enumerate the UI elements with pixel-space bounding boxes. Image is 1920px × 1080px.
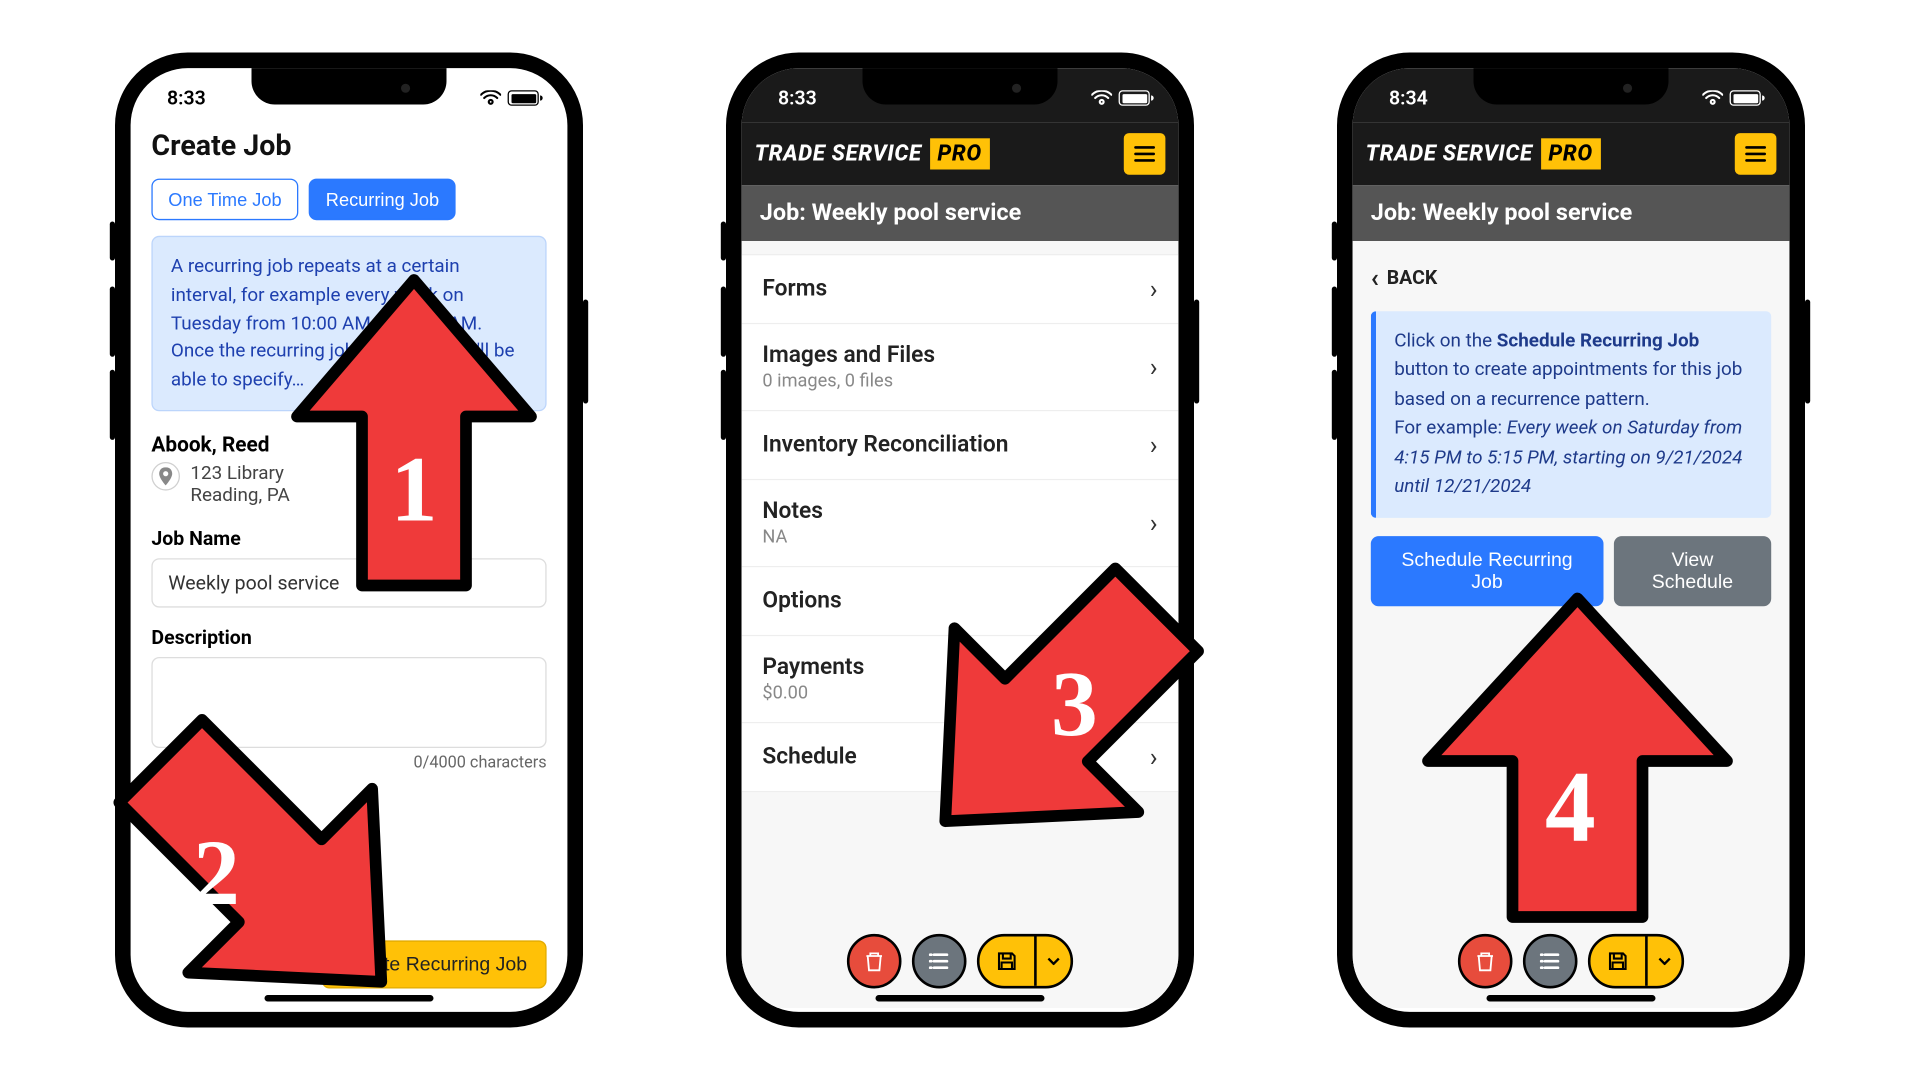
menu-button[interactable] [1735,133,1777,175]
battery-icon [1119,90,1150,106]
list-label: Inventory Reconciliation [762,432,1008,458]
list-item-forms[interactable]: Forms › [742,254,1179,324]
status-time: 8:33 [778,86,817,109]
wifi-icon [480,90,501,106]
list-sublabel: NA [762,527,823,548]
list-item-inventory[interactable]: Inventory Reconciliation › [742,411,1179,480]
battery-icon [508,90,539,106]
caret-down-icon [1047,957,1060,965]
schedule-info-box: Click on the Schedule Recurring Job butt… [1371,311,1771,517]
page-title: Create Job [151,131,546,164]
tab-recurring-job[interactable]: Recurring Job [309,179,456,221]
chevron-left-icon: ‹ [1371,262,1379,293]
delete-button[interactable] [1458,934,1513,989]
wifi-icon [1091,90,1112,106]
brand-pro-badge: PRO [1541,138,1601,169]
save-icon [1607,951,1628,972]
chevron-right-icon: › [1150,352,1158,383]
list-label: Schedule [762,744,856,770]
status-time: 8:34 [1389,86,1428,109]
save-button[interactable] [1591,937,1646,986]
save-dropdown-button[interactable] [1034,937,1070,986]
back-label: BACK [1387,266,1438,289]
phone-3: 8:34 TRADE SERVICE PRO Job: Weekly pool … [1337,53,1805,1028]
list-icon [929,952,950,970]
list-label: Forms [762,276,827,302]
wifi-icon [1702,90,1723,106]
tab-one-time-job[interactable]: One Time Job [151,179,298,221]
brand-pro-badge: PRO [930,138,990,169]
bottom-toolbar [847,934,1073,989]
list-label: Images and Files [762,342,935,368]
delete-button[interactable] [847,934,902,989]
save-split-button[interactable] [977,934,1073,989]
save-icon [996,951,1017,972]
hamburger-icon [1745,146,1766,162]
battery-icon [1730,90,1761,106]
save-dropdown-button[interactable] [1645,937,1681,986]
menu-button[interactable] [1124,133,1166,175]
job-title-header: Job: Weekly pool service [742,185,1179,241]
list-button[interactable] [912,934,967,989]
job-title-header: Job: Weekly pool service [1353,185,1790,241]
chevron-right-icon: › [1150,430,1158,461]
chevron-right-icon: › [1150,508,1158,539]
app-header: TRADE SERVICE PRO [742,123,1179,185]
address-line2: Reading, PA [190,484,289,506]
annotation-arrow-4: 4 [1415,592,1740,930]
list-button[interactable] [1523,934,1578,989]
description-label: Description [151,625,546,648]
save-split-button[interactable] [1588,934,1684,989]
home-indicator [1487,995,1656,1002]
app-header: TRADE SERVICE PRO [1353,123,1790,185]
list-label: Options [762,588,841,614]
back-button[interactable]: ‹ BACK [1371,262,1771,293]
annotation-arrow-2: 2 [76,703,466,1041]
brand-text: TRADE SERVICE [1366,141,1533,167]
list-sublabel: $0.00 [762,683,864,704]
status-time: 8:33 [167,86,206,109]
list-icon [1540,952,1561,970]
list-label: Payments [762,654,864,680]
annotation-arrow-3: 3 [876,553,1227,878]
address-line1: 123 Library [190,462,289,484]
trash-icon [864,951,885,972]
save-button[interactable] [980,937,1035,986]
home-indicator [876,995,1045,1002]
list-item-images-files[interactable]: Images and Files 0 images, 0 files › [742,324,1179,411]
location-pin-icon [151,462,180,491]
bottom-toolbar [1458,934,1684,989]
trash-icon [1475,951,1496,972]
chevron-right-icon: › [1150,274,1158,305]
list-sublabel: 0 images, 0 files [762,371,935,392]
phone-1: 8:33 Create Job One Time Job Recurring J… [115,53,583,1028]
list-label: Notes [762,498,823,524]
hamburger-icon [1134,146,1155,162]
phone-2: 8:33 TRADE SERVICE PRO Job: Weekly pool … [726,53,1194,1028]
brand-text: TRADE SERVICE [755,141,922,167]
annotation-arrow-1: 1 [284,274,544,599]
caret-down-icon [1658,957,1671,965]
